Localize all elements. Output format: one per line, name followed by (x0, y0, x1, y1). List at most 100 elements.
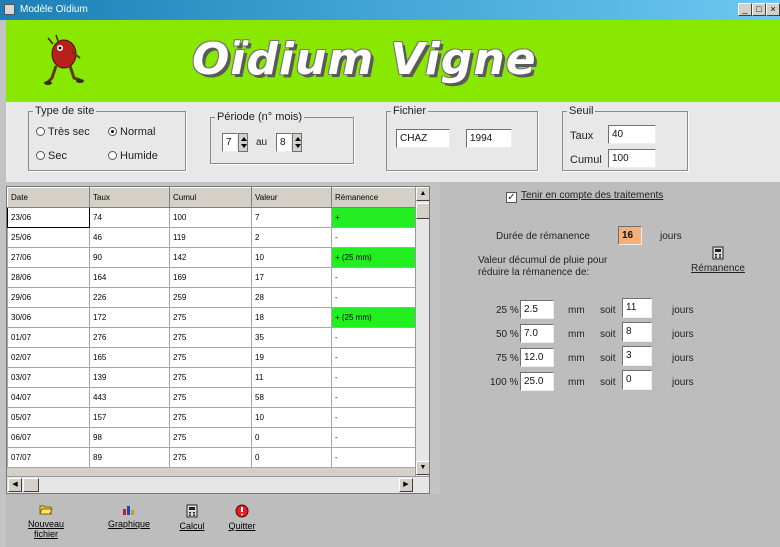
cell-date[interactable]: 25/06 (7, 227, 90, 248)
cell-valeur[interactable]: 0 (251, 427, 332, 448)
table-row[interactable]: 28/06 164 169 17- (7, 267, 416, 288)
cell-remanence[interactable]: - (331, 387, 416, 408)
radio-tres-sec[interactable]: Très sec (36, 126, 90, 138)
chart-button[interactable]: Graphique (102, 504, 156, 529)
header-date[interactable]: Date (7, 187, 90, 208)
cumul-field[interactable]: 100 (608, 149, 656, 168)
radio-sec[interactable]: Sec (36, 150, 67, 162)
cell-cumul[interactable]: 169 (169, 267, 252, 288)
table-row[interactable]: 29/06 226 259 28- (7, 287, 416, 308)
cell-cumul[interactable]: 275 (169, 407, 252, 428)
rain-row-mm-field[interactable]: 12.0 (520, 348, 554, 367)
rain-row-mm-field[interactable]: 25.0 (520, 372, 554, 391)
cell-cumul[interactable]: 275 (169, 427, 252, 448)
cell-remanence[interactable]: - (331, 267, 416, 288)
cell-cumul[interactable]: 119 (169, 227, 252, 248)
cell-date[interactable]: 02/07 (7, 347, 90, 368)
cell-cumul[interactable]: 275 (169, 327, 252, 348)
cell-remanence[interactable]: - (331, 367, 416, 388)
cell-taux[interactable]: 172 (89, 307, 170, 328)
cell-valeur[interactable]: 19 (251, 347, 332, 368)
cell-date[interactable]: 27/06 (7, 247, 90, 268)
rain-row-days-field[interactable]: 11 (622, 298, 652, 318)
scroll-up-icon[interactable]: ▲ (416, 187, 429, 201)
file-name-field[interactable]: CHAZ (396, 129, 450, 148)
cell-taux[interactable]: 74 (89, 207, 170, 228)
cell-remanence[interactable]: - (331, 347, 416, 368)
cell-date[interactable]: 04/07 (7, 387, 90, 408)
cell-taux[interactable]: 164 (89, 267, 170, 288)
cell-cumul[interactable]: 259 (169, 287, 252, 308)
period-from-field[interactable]: 7 (222, 133, 238, 152)
cell-taux[interactable]: 276 (89, 327, 170, 348)
title-bar[interactable]: Modèle Oïdium _ □ × (0, 0, 780, 20)
rate-field[interactable]: 40 (608, 125, 656, 144)
cell-remanence[interactable]: - (331, 407, 416, 428)
duration-field[interactable]: 16 (618, 226, 642, 245)
cell-taux[interactable]: 90 (89, 247, 170, 268)
horizontal-scroll-thumb[interactable] (23, 478, 39, 492)
scroll-down-icon[interactable]: ▼ (416, 461, 429, 475)
cell-remanence[interactable]: - (331, 227, 416, 248)
cell-cumul[interactable]: 275 (169, 347, 252, 368)
table-row[interactable]: 27/06 90 142 10 + (25 mm) (7, 247, 416, 268)
cell-valeur[interactable]: 7 (251, 207, 332, 228)
cell-date[interactable]: 05/07 (7, 407, 90, 428)
cell-date[interactable]: 28/06 (7, 267, 90, 288)
cell-cumul[interactable]: 142 (169, 247, 252, 268)
period-from-spinner[interactable] (238, 133, 248, 152)
cell-remanence[interactable]: - (331, 447, 416, 468)
radio-humide[interactable]: Humide (108, 150, 158, 162)
cell-valeur[interactable]: 18 (251, 307, 332, 328)
cell-date[interactable]: 23/06 (7, 207, 90, 228)
cell-date[interactable]: 01/07 (7, 327, 90, 348)
header-remanence[interactable]: Rémanence (331, 187, 416, 208)
cell-taux[interactable]: 165 (89, 347, 170, 368)
remanence-button[interactable]: Rémanence (688, 246, 748, 274)
header-valeur[interactable]: Valeur (251, 187, 332, 208)
cell-valeur[interactable]: 17 (251, 267, 332, 288)
period-to-field[interactable]: 8 (276, 133, 292, 152)
treatments-checkbox[interactable]: ✓ Tenir en compte des traitements (506, 190, 663, 203)
cell-valeur[interactable]: 10 (251, 247, 332, 268)
vertical-scroll-thumb[interactable] (416, 203, 429, 219)
cell-date[interactable]: 30/06 (7, 307, 90, 328)
table-row[interactable]: 25/06 46 119 2- (7, 227, 416, 248)
cell-remanence[interactable]: + (25 mm) (331, 307, 416, 328)
maximize-button[interactable]: □ (752, 3, 766, 16)
cell-cumul[interactable]: 100 (169, 207, 252, 228)
cell-taux[interactable]: 139 (89, 367, 170, 388)
table-row[interactable]: 01/07 276 275 35- (7, 327, 416, 348)
radio-normal[interactable]: Normal (108, 126, 155, 138)
horizontal-scrollbar[interactable]: ◀ ▶ (7, 476, 429, 493)
table-row[interactable]: 02/07 165 275 19- (7, 347, 416, 368)
rain-row-mm-field[interactable]: 2.5 (520, 300, 554, 319)
calcul-button[interactable]: Calcul (172, 504, 212, 531)
cell-valeur[interactable]: 35 (251, 327, 332, 348)
cell-remanence[interactable]: + (25 mm) (331, 247, 416, 268)
table-row[interactable]: 03/07 139 275 11- (7, 367, 416, 388)
table-row[interactable]: 04/07 443 275 58- (7, 387, 416, 408)
rain-row-days-field[interactable]: 0 (622, 370, 652, 390)
data-grid[interactable]: Date Taux Cumul Valeur Rémanence 23/06 74… (6, 186, 430, 494)
cell-cumul[interactable]: 275 (169, 447, 252, 468)
cell-date[interactable]: 03/07 (7, 367, 90, 388)
cell-taux[interactable]: 226 (89, 287, 170, 308)
header-cumul[interactable]: Cumul (169, 187, 252, 208)
cell-cumul[interactable]: 275 (169, 307, 252, 328)
cell-remanence[interactable]: - (331, 327, 416, 348)
header-taux[interactable]: Taux (89, 187, 170, 208)
table-row[interactable]: 30/06 172 275 18 + (25 mm) (7, 307, 416, 328)
cell-remanence[interactable]: - (331, 287, 416, 308)
table-row[interactable]: 06/07 98 275 0- (7, 427, 416, 448)
cell-valeur[interactable]: 10 (251, 407, 332, 428)
new-file-button[interactable]: Nouveau fichier (16, 504, 76, 539)
period-to-spinner[interactable] (292, 133, 302, 152)
cell-taux[interactable]: 89 (89, 447, 170, 468)
table-row[interactable]: 05/07 157 275 10- (7, 407, 416, 428)
cell-cumul[interactable]: 275 (169, 387, 252, 408)
cell-taux[interactable]: 46 (89, 227, 170, 248)
rain-row-days-field[interactable]: 8 (622, 322, 652, 342)
cell-cumul[interactable]: 275 (169, 367, 252, 388)
scroll-left-icon[interactable]: ◀ (8, 478, 22, 492)
